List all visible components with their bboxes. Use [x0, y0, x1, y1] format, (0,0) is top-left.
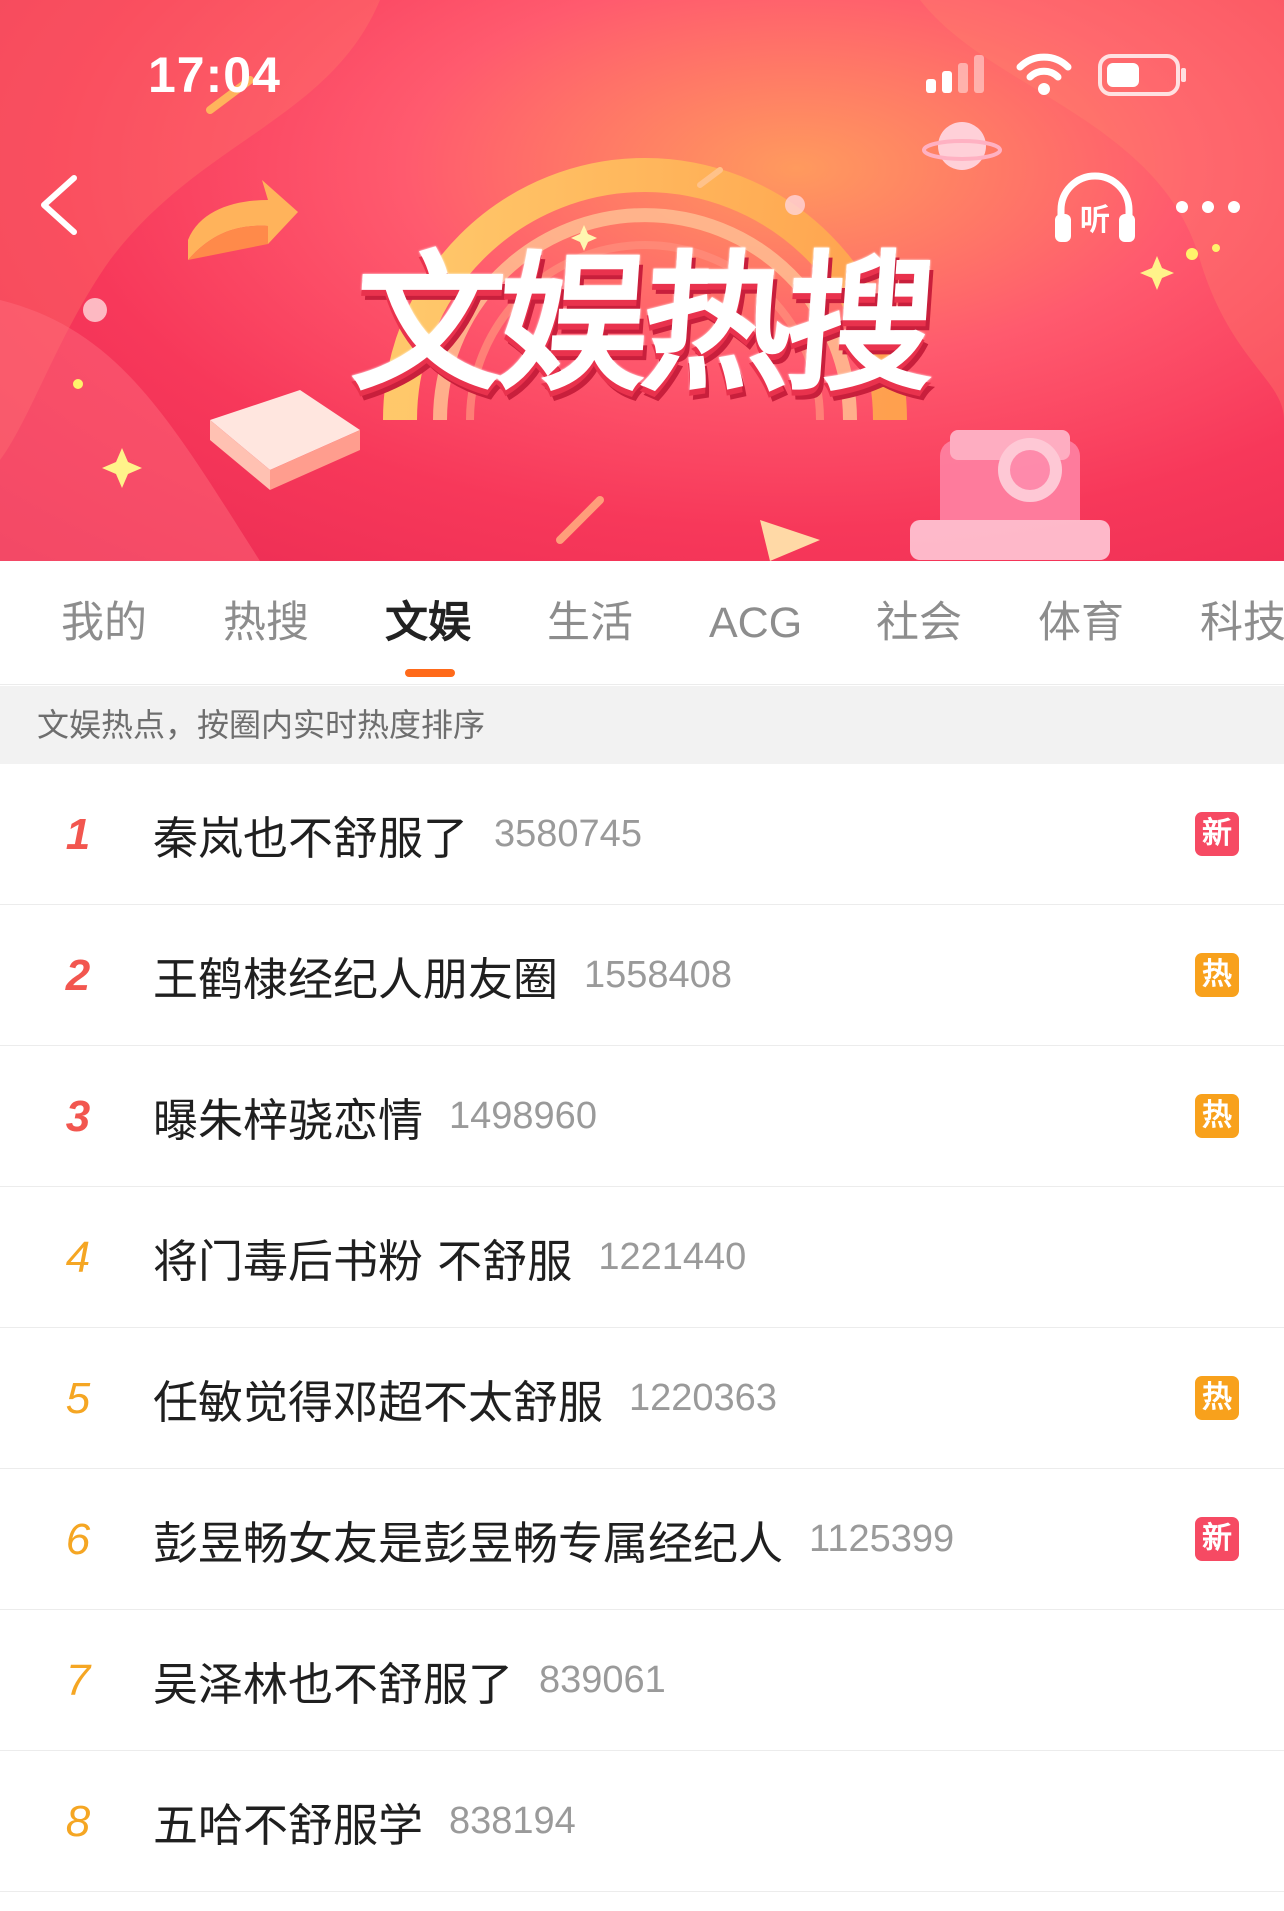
section-description: 文娱热点，按圈内实时热度排序: [0, 686, 1284, 764]
headphones-icon: 听: [1055, 172, 1135, 242]
heat-count: 838194: [449, 1800, 576, 1842]
new-badge: 新: [1195, 1517, 1239, 1561]
listen-label: 听: [1080, 203, 1110, 238]
rank-number: 5: [65, 1374, 91, 1423]
tab-hot-search[interactable]: 热搜: [223, 593, 309, 653]
item-title: 将门毒后书粉 不舒服: [153, 1235, 573, 1288]
rank-number: 4: [65, 1233, 91, 1282]
new-badge: 新: [1195, 812, 1239, 856]
more-button[interactable]: [1172, 190, 1244, 224]
rank-number: 2: [65, 951, 91, 1000]
tab-acg[interactable]: ACG: [709, 593, 802, 653]
heat-count: 1125399: [809, 1518, 955, 1560]
header-banner: 17:04 听 文娱热搜: [0, 0, 1284, 561]
tab-society[interactable]: 社会: [876, 593, 962, 653]
hot-badge: 热: [1195, 953, 1239, 997]
signal-icon: [926, 55, 984, 93]
list-item[interactable]: 2 王鹤棣经纪人朋友圈 1558408 热: [0, 905, 1284, 1046]
item-title: 王鹤棣经纪人朋友圈: [153, 953, 559, 1006]
hot-search-list: 1 秦岚也不舒服了 3580745 新 2 王鹤棣经纪人朋友圈 1558408 …: [0, 764, 1284, 1892]
rank-number: 3: [65, 1092, 91, 1141]
hot-badge: 热: [1195, 1376, 1239, 1420]
rank-number: 1: [65, 810, 91, 859]
list-item[interactable]: 4 将门毒后书粉 不舒服 1221440: [0, 1187, 1284, 1328]
item-title: 曝朱梓骁恋情: [153, 1094, 424, 1147]
list-item[interactable]: 6 彭昱畅女友是彭昱畅专属经纪人 1125399 新: [0, 1469, 1284, 1610]
category-tabs: 我的 热搜 文娱 生活 ACG 社会 体育 科技: [0, 561, 1284, 685]
list-item[interactable]: 1 秦岚也不舒服了 3580745 新: [0, 764, 1284, 905]
hot-badge: 热: [1195, 1094, 1239, 1138]
tab-life[interactable]: 生活: [547, 593, 633, 653]
more-dots-icon: [1176, 201, 1240, 213]
active-tab-indicator: [405, 669, 455, 677]
heat-count: 839061: [539, 1659, 666, 1701]
heat-count: 1220363: [629, 1377, 777, 1419]
rank-number: 8: [65, 1797, 91, 1846]
listen-button[interactable]: 听: [1053, 170, 1137, 244]
item-title: 任敏觉得邓超不太舒服: [153, 1376, 604, 1429]
wifi-icon: [1016, 53, 1072, 95]
heat-count: 1221440: [598, 1236, 747, 1278]
list-item[interactable]: 5 任敏觉得邓超不太舒服 1220363 热: [0, 1328, 1284, 1469]
status-time: 17:04: [148, 47, 281, 103]
tab-entertainment[interactable]: 文娱: [385, 593, 471, 653]
banner-title: 文娱热搜: [347, 238, 937, 412]
heat-count: 3580745: [494, 813, 642, 855]
status-icons: [924, 52, 1188, 98]
list-item[interactable]: 3 曝朱梓骁恋情 1498960 热: [0, 1046, 1284, 1187]
rank-number: 6: [65, 1515, 91, 1564]
chevron-left-icon: [41, 175, 77, 235]
item-title: 吴泽林也不舒服了: [153, 1658, 514, 1711]
rank-number: 7: [65, 1656, 91, 1705]
heat-count: 1498960: [449, 1095, 597, 1137]
battery-icon: [1098, 54, 1186, 96]
tab-sports[interactable]: 体育: [1038, 593, 1124, 653]
tab-mine[interactable]: 我的: [61, 593, 147, 653]
list-item[interactable]: 8 五哈不舒服学 838194: [0, 1751, 1284, 1892]
heat-count: 1558408: [584, 954, 732, 996]
tab-tech[interactable]: 科技: [1200, 593, 1284, 653]
item-title: 彭昱畅女友是彭昱畅专属经纪人: [153, 1517, 784, 1570]
item-title: 五哈不舒服学: [153, 1799, 424, 1852]
item-title: 秦岚也不舒服了: [153, 812, 469, 865]
back-button[interactable]: [28, 170, 88, 240]
list-item[interactable]: 7 吴泽林也不舒服了 839061: [0, 1610, 1284, 1751]
